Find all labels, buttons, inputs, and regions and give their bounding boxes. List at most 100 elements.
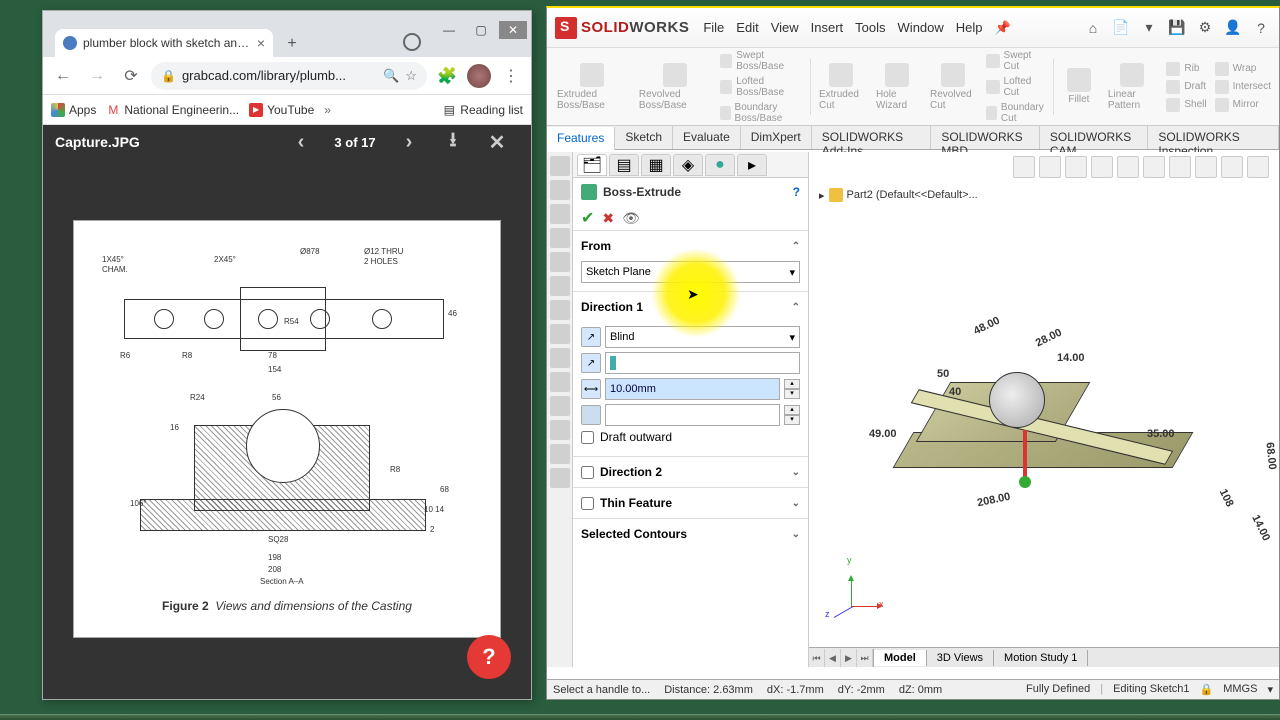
section-view-icon[interactable]	[1091, 156, 1113, 178]
tab-first[interactable]: ⏮	[809, 649, 825, 667]
panel-tab-dimxpert[interactable]: ◈	[673, 154, 703, 176]
media-indicator-icon[interactable]	[403, 33, 421, 51]
zoom-fit-icon[interactable]	[1013, 156, 1035, 178]
direction2-checkbox[interactable]	[581, 466, 594, 479]
panel-tab-more[interactable]: ▸	[737, 154, 767, 176]
graphics-area[interactable]: ▸ Part2 (Default<<Default>... 48.00 28.0…	[809, 152, 1279, 667]
thin-feature-header[interactable]: Thin Feature ⌄	[579, 492, 802, 514]
tab-sketch[interactable]: Sketch	[615, 126, 673, 149]
hide-show-icon[interactable]	[1169, 156, 1191, 178]
side-tab-3[interactable]	[550, 204, 570, 224]
boundary-boss-button[interactable]: Boundary Boss/Base	[716, 100, 808, 126]
tab-addins[interactable]: SOLIDWORKS Add-Ins	[812, 126, 932, 149]
side-tab-2[interactable]	[550, 180, 570, 200]
mirror-button[interactable]: Mirror	[1211, 96, 1275, 114]
side-tab-4[interactable]	[550, 228, 570, 248]
depth-input[interactable]: 10.00mm	[605, 378, 780, 400]
tab-mbd[interactable]: SOLIDWORKS MBD	[931, 126, 1040, 149]
browser-tab[interactable]: plumber block with sketch and d ×	[55, 29, 273, 57]
menu-file[interactable]: File	[703, 20, 724, 36]
tab-inspection[interactable]: SOLIDWORKS Inspection	[1148, 126, 1279, 149]
reverse-direction-icon[interactable]: ↗	[581, 327, 601, 347]
draft-spinner[interactable]: ▴▾	[784, 405, 800, 425]
from-select[interactable]: Sketch Plane ▾	[581, 261, 800, 283]
draft-outward-check[interactable]: Draft outward	[581, 426, 800, 448]
view-orient-icon[interactable]	[1117, 156, 1139, 178]
menu-window[interactable]: Window	[898, 20, 944, 36]
preview-toggle-icon[interactable]: 👁	[622, 210, 640, 227]
display-style-icon[interactable]	[1143, 156, 1165, 178]
hole-wizard-button[interactable]: Hole Wizard	[870, 59, 924, 115]
window-minimize-button[interactable]: —	[435, 21, 463, 39]
direction-vector-icon[interactable]: ↗	[581, 353, 601, 373]
draft-button[interactable]: Draft	[1162, 78, 1210, 96]
address-bar[interactable]: 🔒 grabcad.com/library/plumb... 🔍 ☆	[151, 62, 427, 90]
apps-bookmark[interactable]: Apps	[51, 103, 96, 117]
menu-edit[interactable]: Edit	[736, 20, 758, 36]
lightbox-prev-button[interactable]: ‹	[279, 131, 323, 154]
zoom-area-icon[interactable]	[1039, 156, 1061, 178]
tab-dimxpert[interactable]: DimXpert	[741, 126, 812, 149]
bookmarks-overflow[interactable]: »	[324, 103, 331, 117]
lofted-boss-button[interactable]: Lofted Boss/Base	[716, 74, 808, 100]
swept-cut-button[interactable]: Swept Cut	[982, 48, 1051, 74]
tab-next[interactable]: ▶	[841, 649, 857, 667]
extruded-cut-button[interactable]: Extruded Cut	[813, 59, 870, 115]
tab-close-icon[interactable]: ×	[257, 35, 265, 51]
direction2-header[interactable]: Direction 2 ⌄	[579, 461, 802, 483]
home-icon[interactable]: ⌂	[1083, 18, 1103, 38]
menu-tools[interactable]: Tools	[855, 20, 885, 36]
pin-icon[interactable]: 📌	[995, 20, 1011, 36]
windows-taskbar[interactable]	[0, 714, 1280, 720]
shell-button[interactable]: Shell	[1162, 96, 1210, 114]
open-icon-dropdown[interactable]: ▾	[1139, 18, 1159, 38]
star-icon[interactable]: ☆	[405, 68, 417, 84]
lightbox-download-button[interactable]: ⭳	[431, 125, 475, 159]
end-condition-select[interactable]: Blind ▾	[605, 326, 800, 348]
profile-avatar[interactable]	[467, 64, 491, 88]
flyout-tree[interactable]: ▸ Part2 (Default<<Default>...	[819, 188, 978, 202]
side-tab-9[interactable]	[550, 348, 570, 368]
side-tab-11[interactable]	[550, 396, 570, 416]
user-icon[interactable]: 👤	[1223, 18, 1243, 38]
settings-icon[interactable]: ⚙	[1195, 18, 1215, 38]
side-tab-8[interactable]	[550, 324, 570, 344]
lofted-cut-button[interactable]: Lofted Cut	[982, 74, 1051, 100]
axis-triad[interactable]: y x z	[825, 557, 885, 617]
expand-tree-icon[interactable]: ▸	[819, 189, 825, 202]
rib-button[interactable]: Rib	[1162, 60, 1210, 78]
depth-spinner[interactable]: ▴▾	[784, 379, 800, 399]
menu-view[interactable]: View	[771, 20, 799, 36]
panel-tab-display[interactable]: ●	[705, 154, 735, 176]
intersect-button[interactable]: Intersect	[1211, 78, 1275, 96]
from-header[interactable]: From ⌃	[579, 235, 802, 257]
tab-prev[interactable]: ◀	[825, 649, 841, 667]
swept-boss-button[interactable]: Swept Boss/Base	[716, 48, 808, 74]
new-tab-button[interactable]: +	[281, 33, 303, 55]
status-dropdown-icon[interactable]: ▾	[1267, 683, 1273, 696]
selected-contours-header[interactable]: Selected Contours ⌄	[579, 523, 802, 545]
bottom-tab-model[interactable]: Model	[874, 650, 927, 666]
help-icon[interactable]: ?	[1251, 18, 1271, 38]
new-doc-icon[interactable]: 📄	[1111, 18, 1131, 38]
side-tab-1[interactable]	[550, 156, 570, 176]
help-link-icon[interactable]: ?	[793, 185, 800, 199]
back-button[interactable]: ←	[49, 62, 77, 90]
help-fab-button[interactable]: ?	[467, 635, 511, 679]
youtube-bookmark[interactable]: ▶ YouTube	[249, 103, 314, 117]
bottom-tab-motion1[interactable]: Motion Study 1	[994, 650, 1088, 666]
window-maximize-button[interactable]: ▢	[467, 21, 495, 39]
extruded-boss-button[interactable]: Extruded Boss/Base	[551, 59, 633, 115]
lightbox-close-button[interactable]: ✕	[475, 130, 519, 155]
boundary-cut-button[interactable]: Boundary Cut	[982, 100, 1051, 126]
cancel-button[interactable]: ✖	[602, 210, 614, 227]
panel-tab-property[interactable]: ▤	[609, 154, 639, 176]
extensions-button[interactable]: 🧩	[433, 62, 461, 90]
side-tab-6[interactable]	[550, 276, 570, 296]
tab-last[interactable]: ⏭	[857, 649, 873, 667]
ok-button[interactable]: ✔	[581, 208, 594, 228]
panel-tab-config[interactable]: ▦	[641, 154, 671, 176]
status-units[interactable]: MMGS	[1223, 683, 1257, 696]
draft-angle-input[interactable]	[605, 404, 780, 426]
reload-button[interactable]: ⟳	[117, 62, 145, 90]
